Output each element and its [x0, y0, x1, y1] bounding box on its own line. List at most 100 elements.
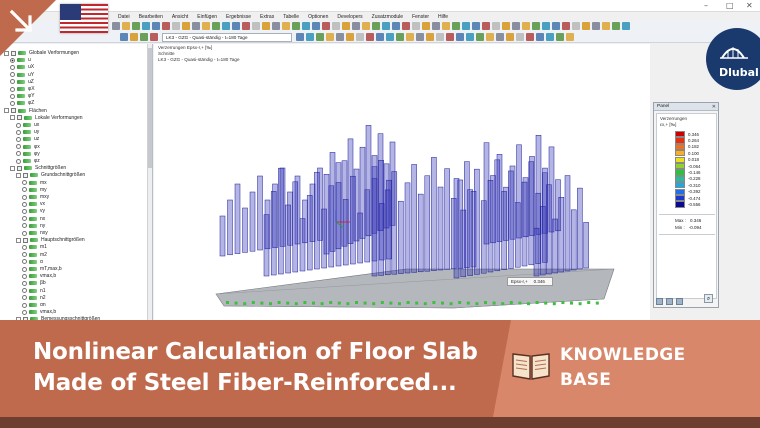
toolbar-button[interactable] [120, 33, 128, 41]
radio-button[interactable] [22, 288, 27, 294]
expand-toggle-icon[interactable] [10, 165, 15, 171]
radio-button[interactable] [16, 122, 21, 128]
toolbar-button[interactable] [222, 22, 230, 30]
expand-toggle-icon[interactable] [16, 237, 21, 243]
menu-item[interactable]: Fenster [412, 14, 429, 20]
toolbar-button[interactable] [442, 22, 450, 30]
radio-button[interactable] [10, 79, 15, 85]
toolbar-button[interactable] [506, 33, 514, 41]
toolbar-button[interactable] [546, 33, 554, 41]
toolbar-button[interactable] [352, 22, 360, 30]
3d-viewport[interactable]: Verzerrungen Epsx-r,+ [‰] Schnitte LK3 -… [154, 44, 650, 320]
menu-item[interactable]: Zusatzmodule [372, 14, 403, 20]
radio-button[interactable] [22, 244, 27, 250]
radio-button[interactable] [22, 187, 27, 193]
toolbar-button[interactable] [422, 22, 430, 30]
toolbar-button[interactable] [322, 22, 330, 30]
menu-item[interactable]: Optionen [308, 14, 328, 20]
radio-button[interactable] [22, 208, 27, 214]
panel-settings-icon[interactable] [656, 298, 663, 305]
toolbar-button[interactable] [416, 33, 424, 41]
toolbar-button[interactable] [372, 22, 380, 30]
toolbar-button[interactable] [522, 22, 530, 30]
toolbar-button[interactable] [152, 22, 160, 30]
toolbar-button[interactable] [486, 33, 494, 41]
radio-button[interactable] [22, 216, 27, 222]
radio-button[interactable] [10, 72, 15, 78]
toolbar-button[interactable] [476, 33, 484, 41]
toolbar-button[interactable] [472, 22, 480, 30]
toolbar-button[interactable] [312, 22, 320, 30]
maximize-button[interactable]: □ [726, 1, 734, 10]
toolbar-button[interactable] [452, 22, 460, 30]
toolbar-button[interactable] [272, 22, 280, 30]
menu-item[interactable]: Ergebnisse [226, 14, 251, 20]
toolbar-button[interactable] [172, 22, 180, 30]
toolbar-button[interactable] [122, 22, 130, 30]
toolbar-button[interactable] [566, 33, 574, 41]
expand-toggle-icon[interactable] [4, 108, 9, 114]
toolbar-button[interactable] [552, 22, 560, 30]
toolbar-button[interactable] [292, 22, 300, 30]
radio-button[interactable] [22, 230, 27, 236]
radio-button[interactable] [16, 144, 21, 150]
toolbar-button[interactable] [132, 22, 140, 30]
toolbar-button[interactable] [602, 22, 610, 30]
toolbar-button[interactable] [376, 33, 384, 41]
toolbar-button[interactable] [396, 33, 404, 41]
toolbar-button[interactable] [382, 22, 390, 30]
toolbar-button[interactable] [212, 22, 220, 30]
toolbar-button[interactable] [140, 33, 148, 41]
toolbar-button[interactable] [482, 22, 490, 30]
toolbar-button[interactable] [162, 22, 170, 30]
toolbar-button[interactable] [492, 22, 500, 30]
toolbar-button[interactable] [572, 22, 580, 30]
radio-button[interactable] [22, 201, 27, 207]
toolbar-button[interactable] [462, 22, 470, 30]
toolbar-button[interactable] [592, 22, 600, 30]
panel-filter-icon[interactable] [666, 298, 673, 305]
radio-button[interactable] [16, 129, 21, 135]
toolbar-button[interactable] [456, 33, 464, 41]
menu-item[interactable]: Datei [118, 14, 130, 20]
toolbar-button[interactable] [362, 22, 370, 30]
expand-toggle-icon[interactable] [10, 115, 15, 121]
checkbox[interactable] [17, 115, 22, 121]
toolbar-button[interactable] [336, 33, 344, 41]
toolbar-button[interactable] [516, 33, 524, 41]
toolbar-button[interactable] [496, 33, 504, 41]
toolbar-button[interactable] [622, 22, 630, 30]
toolbar-button[interactable] [332, 22, 340, 30]
checkbox[interactable] [23, 172, 28, 178]
radio-button[interactable] [22, 252, 27, 258]
toolbar-button[interactable] [252, 22, 260, 30]
toolbar-button[interactable] [412, 22, 420, 30]
minimize-button[interactable]: – [704, 1, 708, 10]
panel-title[interactable]: Panel [654, 103, 718, 111]
menu-item[interactable]: Developers [337, 14, 362, 20]
toolbar-button[interactable] [242, 22, 250, 30]
toolbar-button[interactable] [232, 22, 240, 30]
toolbar-button[interactable] [202, 22, 210, 30]
radio-button[interactable] [22, 266, 27, 272]
toolbar-button[interactable] [542, 22, 550, 30]
toolbar-button[interactable] [532, 22, 540, 30]
toolbar-button[interactable] [192, 22, 200, 30]
toolbar-button[interactable] [150, 33, 158, 41]
checkbox[interactable] [17, 165, 22, 171]
toolbar-button[interactable] [342, 22, 350, 30]
toolbar-button[interactable] [446, 33, 454, 41]
menu-item[interactable]: Ansicht [172, 14, 188, 20]
toolbar-button[interactable] [316, 33, 324, 41]
radio-button[interactable] [16, 151, 21, 157]
toolbar-button[interactable] [582, 22, 590, 30]
toolbar-button[interactable] [562, 22, 570, 30]
close-button[interactable]: ✕ [746, 1, 753, 10]
toolbar-button[interactable] [346, 33, 354, 41]
toolbar-button[interactable] [392, 22, 400, 30]
radio-button[interactable] [10, 93, 15, 99]
us-flag-icon[interactable] [60, 4, 108, 33]
toolbar-button[interactable] [142, 22, 150, 30]
toolbar-button[interactable] [466, 33, 474, 41]
toolbar-button[interactable] [182, 22, 190, 30]
